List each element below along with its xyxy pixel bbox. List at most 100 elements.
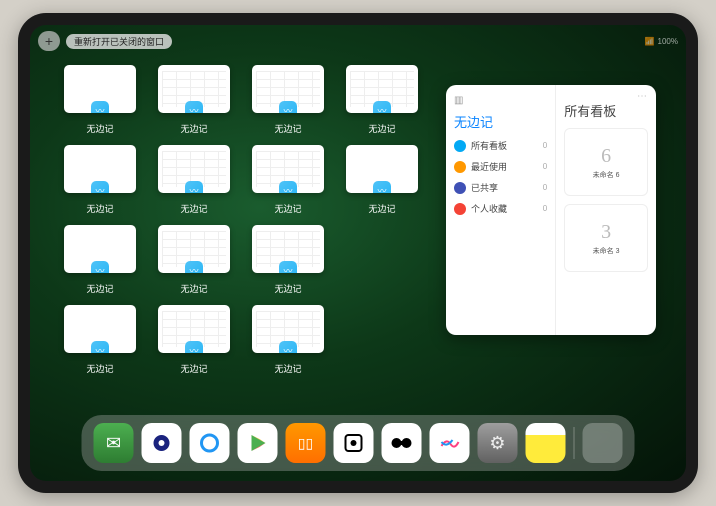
- screen: + 重新打开已关闭的窗口 📶 100% 无边记无边记无边记无边记无边记无边记无边…: [30, 25, 686, 481]
- freeform-app-icon: [91, 181, 109, 193]
- thumbnail-preview: [252, 305, 324, 353]
- dock-books-icon[interactable]: ▯▯: [286, 423, 326, 463]
- app-thumbnail[interactable]: 无边记: [154, 65, 234, 135]
- status-icons: 📶 100%: [645, 37, 678, 46]
- app-thumbnail[interactable]: 无边记: [248, 65, 328, 135]
- app-thumbnail[interactable]: 无边记: [60, 225, 140, 295]
- thumbnail-label: 无边记: [86, 282, 113, 295]
- app-thumbnail[interactable]: 无边记: [60, 65, 140, 135]
- freeform-app-icon: [185, 181, 203, 193]
- board-label: 未命名 6: [593, 170, 620, 180]
- freeform-app-icon: [185, 261, 203, 273]
- board-label: 未命名 3: [593, 246, 620, 256]
- more-icon[interactable]: ⋯: [637, 91, 648, 102]
- thumbnail-preview: [158, 65, 230, 113]
- panel-title-right: 所有看板: [564, 101, 648, 120]
- freeform-app-icon: [91, 261, 109, 273]
- thumbnail-preview: [252, 145, 324, 193]
- category-item[interactable]: 个人收藏 0: [454, 202, 547, 215]
- freeform-app-icon: [279, 341, 297, 353]
- thumbnail-label: 无边记: [368, 122, 395, 135]
- dock-play-icon[interactable]: [238, 423, 278, 463]
- thumbnail-label: 无边记: [86, 202, 113, 215]
- category-label: 已共享: [471, 181, 498, 194]
- thumbnail-preview: [158, 225, 230, 273]
- ipad-frame: + 重新打开已关闭的窗口 📶 100% 无边记无边记无边记无边记无边记无边记无边…: [18, 13, 698, 493]
- thumbnail-label: 无边记: [180, 282, 207, 295]
- dock-settings-icon[interactable]: ⚙: [478, 423, 518, 463]
- board-card[interactable]: 3 未命名 3: [564, 204, 648, 272]
- category-label: 所有看板: [471, 139, 507, 152]
- app-thumbnail[interactable]: 无边记: [60, 305, 140, 375]
- dock-wechat-icon[interactable]: ✉: [94, 423, 134, 463]
- freeform-app-icon: [373, 181, 391, 193]
- category-list: 所有看板0 最近使用 0 已共享 0 个人收藏 0: [454, 139, 547, 215]
- freeform-app-icon: [91, 101, 109, 113]
- panel-boards: 所有看板 6未命名 6 3 未命名 3: [555, 85, 656, 335]
- thumbnail-preview: [64, 305, 136, 353]
- category-count: 0: [543, 162, 547, 171]
- category-icon: [454, 140, 466, 152]
- thumbnail-preview: [64, 145, 136, 193]
- app-thumbnail[interactable]: 无边记: [154, 225, 234, 295]
- thumbnail-preview: [252, 65, 324, 113]
- app-switcher-grid: 无边记无边记无边记无边记无边记无边记无边记无边记无边记无边记无边记无边记无边记无…: [60, 65, 420, 375]
- app-thumbnail[interactable]: 无边记: [248, 145, 328, 215]
- thumbnail-preview: [346, 65, 418, 113]
- freeform-app-icon: [91, 341, 109, 353]
- panel-sidebar: ▥ 无边记 所有看板0最近使用0已共享0个人收藏0: [446, 85, 555, 335]
- thumbnail-label: 无边记: [86, 122, 113, 135]
- dock-dot-icon[interactable]: [334, 423, 374, 463]
- category-item[interactable]: 已共享 0: [454, 181, 547, 194]
- category-icon: [454, 182, 466, 194]
- thumbnail-preview: [158, 145, 230, 193]
- thumbnail-preview: [252, 225, 324, 273]
- category-label: 个人收藏: [471, 202, 507, 215]
- battery-label: 100%: [658, 37, 678, 46]
- thumbnail-label: 无边记: [274, 282, 301, 295]
- thumbnail-label: 无边记: [180, 362, 207, 375]
- thumbnail-label: 无边记: [180, 202, 207, 215]
- freeform-app-icon: [185, 341, 203, 353]
- dock-barbell-icon[interactable]: [382, 423, 422, 463]
- thumbnail-preview: [158, 305, 230, 353]
- top-bar: + 重新打开已关闭的窗口 📶 100%: [38, 31, 678, 51]
- new-window-button[interactable]: +: [38, 31, 60, 51]
- reopen-closed-window-button[interactable]: 重新打开已关闭的窗口: [66, 34, 172, 49]
- board-card[interactable]: 6未命名 6: [564, 128, 648, 196]
- category-icon: [454, 203, 466, 215]
- thumbnail-label: 无边记: [274, 202, 301, 215]
- app-thumbnail[interactable]: 无边记: [154, 305, 234, 375]
- freeform-app-icon: [279, 101, 297, 113]
- thumbnail-preview: [64, 65, 136, 113]
- freeform-app-icon: [279, 261, 297, 273]
- wifi-icon: 📶: [645, 37, 655, 46]
- dock-freeform-icon[interactable]: [430, 423, 470, 463]
- category-label: 最近使用: [471, 160, 507, 173]
- app-thumbnail[interactable]: 无边记: [154, 145, 234, 215]
- thumbnail-label: 无边记: [274, 362, 301, 375]
- board-preview: 3: [601, 221, 611, 244]
- dock-quark1-icon[interactable]: [142, 423, 182, 463]
- dock-recent-apps[interactable]: [583, 423, 623, 463]
- freeform-app-panel[interactable]: ⋯ ▥ 无边记 所有看板0最近使用0已共享0个人收藏0 所有看板 6未命名 63…: [446, 85, 656, 335]
- category-count: 0: [543, 183, 547, 192]
- app-thumbnail[interactable]: 无边记: [248, 225, 328, 295]
- app-thumbnail[interactable]: 无边记: [248, 305, 328, 375]
- app-thumbnail[interactable]: 无边记: [342, 65, 422, 135]
- category-item[interactable]: 所有看板0: [454, 139, 547, 152]
- category-item[interactable]: 最近使用 0: [454, 160, 547, 173]
- dock-quark2-icon[interactable]: [190, 423, 230, 463]
- thumbnail-label: 无边记: [274, 122, 301, 135]
- thumbnail-preview: [64, 225, 136, 273]
- dock: ✉ ▯▯ ⚙: [82, 415, 635, 471]
- dock-separator: [574, 427, 575, 459]
- thumbnail-label: 无边记: [86, 362, 113, 375]
- dock-notes-icon[interactable]: [526, 423, 566, 463]
- app-thumbnail[interactable]: 无边记: [60, 145, 140, 215]
- app-thumbnail[interactable]: 无边记: [342, 145, 422, 215]
- freeform-app-icon: [185, 101, 203, 113]
- category-count: 0: [543, 204, 547, 213]
- panel-title-left: 无边记: [454, 112, 547, 131]
- freeform-app-icon: [373, 101, 391, 113]
